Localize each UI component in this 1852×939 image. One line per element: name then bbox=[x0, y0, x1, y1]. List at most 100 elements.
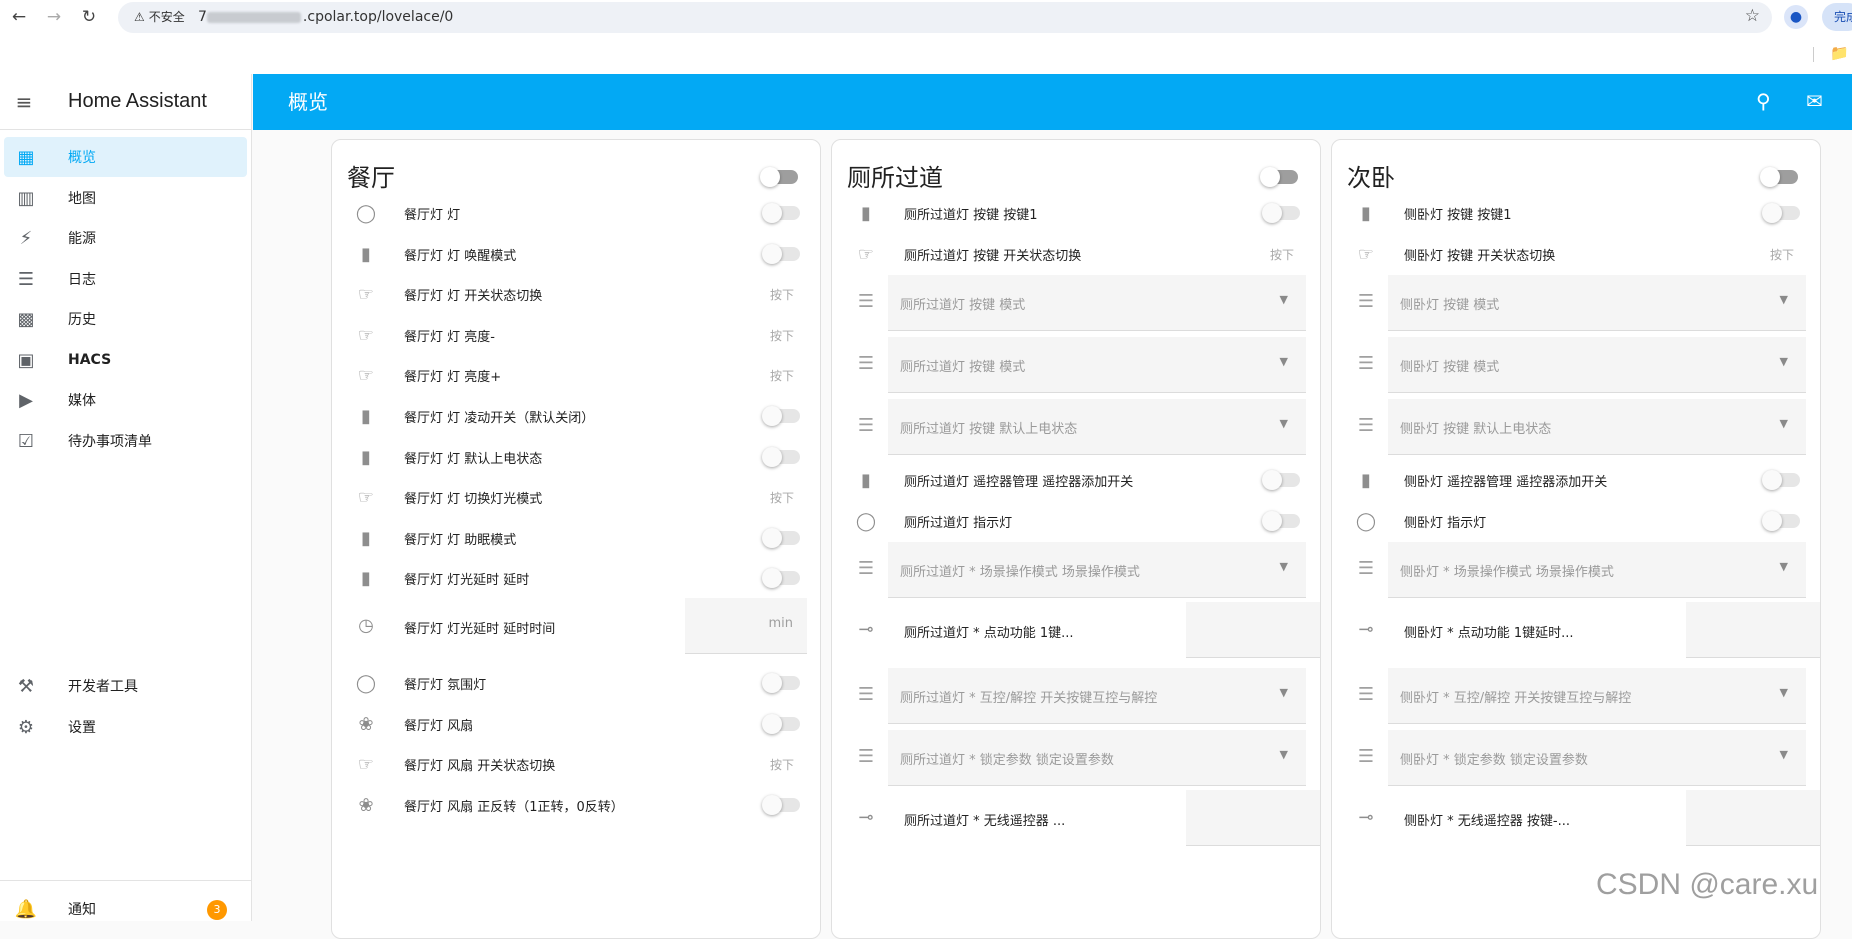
value-field[interactable] bbox=[1186, 790, 1320, 847]
sidebar-item-history[interactable]: ▩ 历史 bbox=[4, 299, 247, 339]
reload-icon[interactable]: ↻ bbox=[78, 6, 100, 28]
press-button[interactable]: 按下 bbox=[1770, 246, 1794, 263]
dropdown-arrow-icon[interactable]: ▼ bbox=[1780, 560, 1788, 573]
press-button[interactable]: 按下 bbox=[1270, 246, 1294, 263]
menu-collapse-icon[interactable]: ≡ bbox=[0, 90, 48, 114]
select-field[interactable]: 侧卧灯 * 互控/解控 开关按键互控与解控 ▼ bbox=[1388, 668, 1806, 725]
select-field[interactable]: 侧卧灯 按键 模式 ▼ bbox=[1388, 337, 1806, 394]
forward-icon[interactable]: → bbox=[43, 6, 65, 28]
entity-row[interactable]: ▮ 厕所过道灯 按键 按键1 bbox=[832, 192, 1320, 236]
select-field[interactable]: 厕所过道灯 按键 默认上电状态 ▼ bbox=[888, 399, 1306, 456]
select-field[interactable]: 侧卧灯 * 场景操作模式 场景操作模式 ▼ bbox=[1388, 542, 1806, 599]
entity-row[interactable]: ☞ 餐厅灯 灯 切换灯光模式 按下 bbox=[332, 476, 820, 520]
dropdown-arrow-icon[interactable]: ▼ bbox=[1280, 560, 1288, 573]
entity-row[interactable]: ◯ 侧卧灯 指示灯 bbox=[1332, 500, 1820, 544]
profile-icon[interactable]: ● bbox=[1784, 5, 1808, 29]
address-bar[interactable]: ⚠ 不安全 7 .cpolar.top/lovelace/0 ☆ bbox=[118, 2, 1772, 33]
entity-row[interactable]: ▮ 餐厅灯 灯 默认上电状态 bbox=[332, 436, 820, 480]
sidebar-item-logbook[interactable]: ☰ 日志 bbox=[4, 259, 247, 299]
entity-toggle[interactable] bbox=[762, 446, 800, 467]
entity-toggle[interactable] bbox=[1262, 510, 1300, 531]
entity-toggle[interactable] bbox=[762, 673, 800, 693]
back-icon[interactable]: ← bbox=[8, 6, 30, 28]
entity-row[interactable]: ☞ 餐厅灯 灯 开关状态切换 按下 bbox=[332, 273, 820, 317]
select-field[interactable]: 厕所过道灯 按键 模式 ▼ bbox=[888, 337, 1306, 394]
dropdown-arrow-icon[interactable]: ▼ bbox=[1280, 355, 1288, 368]
entity-row[interactable]: ☞ 厕所过道灯 按键 开关状态切换 按下 bbox=[832, 233, 1320, 277]
select-field[interactable]: 厕所过道灯 按键 模式 ▼ bbox=[888, 275, 1306, 332]
entity-row[interactable]: ⊸ 厕所过道灯 * 无线遥控器 ... bbox=[832, 790, 1320, 847]
entity-row[interactable]: ▮ 餐厅灯 灯 唤醒模式 bbox=[332, 233, 820, 277]
dropdown-arrow-icon[interactable]: ▼ bbox=[1280, 417, 1288, 430]
dropdown-arrow-icon[interactable]: ▼ bbox=[1780, 355, 1788, 368]
sidebar-item-notifications[interactable]: 🔔 通知 3 bbox=[4, 889, 247, 929]
assist-chat-icon[interactable]: ✉ bbox=[1806, 89, 1823, 113]
entity-row[interactable]: ❀ 餐厅灯 风扇 正反转（1正转，0反转） bbox=[332, 784, 820, 828]
entity-row[interactable]: ☞ 餐厅灯 灯 亮度+ 按下 bbox=[332, 354, 820, 398]
card-master-toggle[interactable] bbox=[760, 167, 798, 187]
sidebar-item-map[interactable]: ▥ 地图 bbox=[4, 178, 247, 218]
sidebar-item-media[interactable]: ▶ 媒体 bbox=[4, 380, 247, 420]
url-text[interactable]: 7 .cpolar.top/lovelace/0 bbox=[198, 2, 453, 33]
dropdown-arrow-icon[interactable]: ▼ bbox=[1780, 748, 1788, 761]
value-field[interactable] bbox=[1186, 602, 1320, 659]
press-button[interactable]: 按下 bbox=[770, 756, 794, 773]
press-button[interactable]: 按下 bbox=[770, 327, 794, 344]
entity-row[interactable]: ❀ 餐厅灯 风扇 bbox=[332, 703, 820, 747]
entity-row[interactable]: ▮ 侧卧灯 遥控器管理 遥控器添加开关 bbox=[1332, 459, 1820, 503]
dropdown-arrow-icon[interactable]: ▼ bbox=[1280, 293, 1288, 306]
search-icon[interactable]: ⚲ bbox=[1756, 89, 1771, 113]
dropdown-arrow-icon[interactable]: ▼ bbox=[1280, 748, 1288, 761]
folder-icon[interactable]: 📁 bbox=[1830, 44, 1849, 62]
security-chip[interactable]: ⚠ 不安全 bbox=[128, 7, 191, 28]
entity-row[interactable]: ⊸ 侧卧灯 * 点动功能 1键延时... bbox=[1332, 602, 1820, 659]
entity-row[interactable]: ☞ 餐厅灯 灯 亮度- 按下 bbox=[332, 314, 820, 358]
select-field[interactable]: 侧卧灯 按键 模式 ▼ bbox=[1388, 275, 1806, 332]
entity-row[interactable]: ◯ 餐厅灯 氛围灯 bbox=[332, 662, 820, 706]
dropdown-arrow-icon[interactable]: ▼ bbox=[1780, 417, 1788, 430]
entity-row[interactable]: ⊸ 厕所过道灯 * 点动功能 1键... bbox=[832, 602, 1320, 659]
number-input[interactable]: min bbox=[685, 598, 807, 654]
dropdown-arrow-icon[interactable]: ▼ bbox=[1280, 686, 1288, 699]
entity-toggle[interactable] bbox=[762, 406, 800, 426]
entity-row[interactable]: ⊸ 侧卧灯 * 无线遥控器 按键-... bbox=[1332, 790, 1820, 847]
entity-toggle[interactable] bbox=[1762, 203, 1800, 223]
entity-row[interactable]: ◷ 餐厅灯 灯光延时 延时时间 min bbox=[332, 598, 820, 654]
dropdown-arrow-icon[interactable]: ▼ bbox=[1780, 293, 1788, 306]
entity-toggle[interactable] bbox=[1262, 203, 1300, 223]
entity-toggle[interactable] bbox=[762, 713, 800, 734]
entity-row[interactable]: ▮ 厕所过道灯 遥控器管理 遥控器添加开关 bbox=[832, 459, 1320, 503]
sidebar-item-todo[interactable]: ☑ 待办事项清单 bbox=[4, 421, 247, 461]
entity-row[interactable]: ▮ 餐厅灯 灯 凌动开关（默认关闭） bbox=[332, 395, 820, 439]
entity-toggle[interactable] bbox=[762, 243, 800, 264]
entity-row[interactable]: ☞ 餐厅灯 风扇 开关状态切换 按下 bbox=[332, 743, 820, 787]
sidebar-item-developer-tools[interactable]: ⚒ 开发者工具 bbox=[4, 666, 247, 706]
entity-row[interactable]: ◯ 厕所过道灯 指示灯 bbox=[832, 500, 1320, 544]
entity-row[interactable]: ▮ 侧卧灯 按键 按键1 bbox=[1332, 192, 1820, 236]
entity-toggle[interactable] bbox=[762, 203, 800, 223]
value-field[interactable] bbox=[1686, 790, 1820, 847]
entity-row[interactable]: ☞ 侧卧灯 按键 开关状态切换 按下 bbox=[1332, 233, 1820, 277]
side-panel-chip[interactable]: 完成 bbox=[1822, 3, 1852, 31]
select-field[interactable]: 厕所过道灯 * 互控/解控 开关按键互控与解控 ▼ bbox=[888, 668, 1306, 725]
press-button[interactable]: 按下 bbox=[770, 367, 794, 384]
entity-row[interactable]: ▮ 餐厅灯 灯 助眠模式 bbox=[332, 517, 820, 561]
card-master-toggle[interactable] bbox=[1760, 167, 1798, 187]
select-field[interactable]: 侧卧灯 * 锁定参数 锁定设置参数 ▼ bbox=[1388, 730, 1806, 787]
entity-row[interactable]: ▮ 餐厅灯 灯光延时 延时 bbox=[332, 557, 820, 601]
press-button[interactable]: 按下 bbox=[770, 489, 794, 506]
entity-toggle[interactable] bbox=[1262, 470, 1300, 491]
select-field[interactable]: 厕所过道灯 * 场景操作模式 场景操作模式 ▼ bbox=[888, 542, 1306, 599]
sidebar-item-settings[interactable]: ⚙ 设置 bbox=[4, 707, 247, 747]
sidebar-item-hacs[interactable]: ▣ HACS bbox=[4, 340, 247, 380]
dropdown-arrow-icon[interactable]: ▼ bbox=[1780, 686, 1788, 699]
entity-toggle[interactable] bbox=[762, 794, 800, 815]
card-master-toggle[interactable] bbox=[1260, 167, 1298, 187]
press-button[interactable]: 按下 bbox=[770, 286, 794, 303]
entity-toggle[interactable] bbox=[1762, 470, 1800, 491]
entity-row[interactable]: ◯ 餐厅灯 灯 bbox=[332, 192, 820, 236]
entity-toggle[interactable] bbox=[1762, 510, 1800, 531]
bookmark-star-icon[interactable]: ☆ bbox=[1745, 6, 1760, 26]
entity-toggle[interactable] bbox=[762, 527, 800, 548]
sidebar-item-overview[interactable]: ▦ 概览 bbox=[4, 137, 247, 177]
